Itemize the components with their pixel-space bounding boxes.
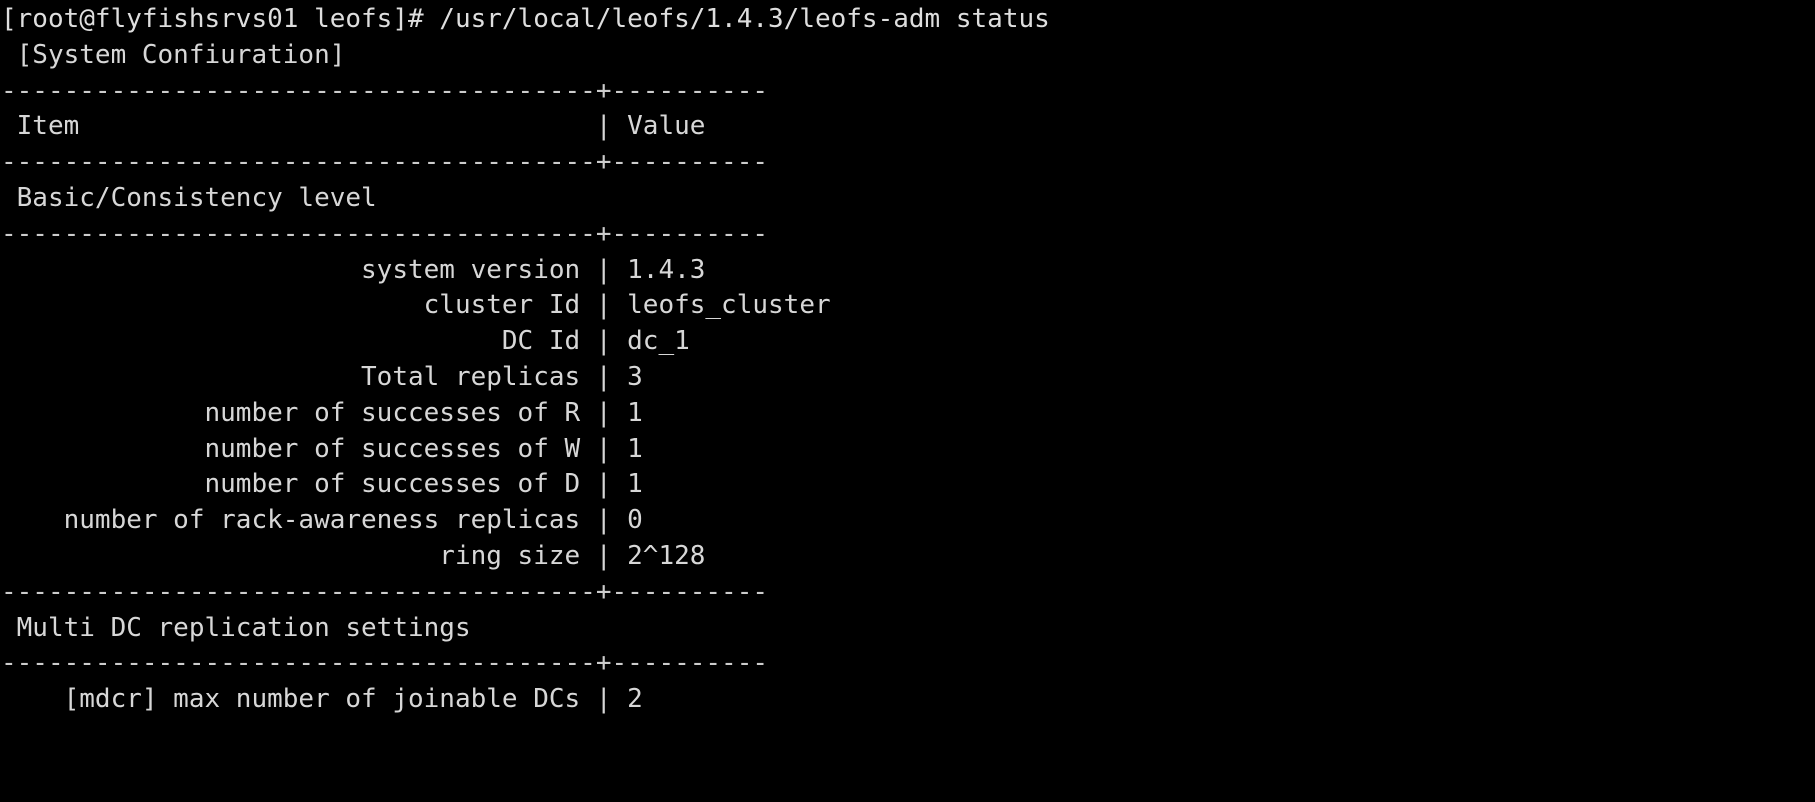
terminal-table-header: Item | Value [1,111,706,142]
terminal-row-successes-of-r: number of successes of R | 1 [1,397,643,428]
terminal-separator-group-mdcr-top: --------------------------------------+-… [1,576,769,607]
terminal-separator-group-basic: --------------------------------------+-… [1,218,769,249]
terminal-row-cluster-id: cluster Id | leofs_cluster [1,290,831,321]
terminal-row-system-version: system version | 1.4.3 [1,254,706,285]
terminal-group-label-multi-dc-replication-settings: Multi DC replication settings [1,612,471,643]
terminal-row-dc-id: DC Id | dc_1 [1,326,690,357]
terminal-row-ring-size: ring size | 2^128 [1,540,706,571]
terminal-separator-header: --------------------------------------+-… [1,147,769,178]
terminal-window[interactable]: [root@flyfishsrvs01 leofs]# /usr/local/l… [0,0,1815,802]
terminal-separator-group-mdcr: --------------------------------------+-… [1,648,769,679]
terminal-row-total-replicas: Total replicas | 3 [1,361,643,392]
terminal-row-mdcr-max-joinable-dcs: [mdcr] max number of joinable DCs | 2 [1,684,643,715]
terminal-row-successes-of-w: number of successes of W | 1 [1,433,643,464]
terminal-section-title: [System Confiuration] [1,39,346,70]
terminal-group-label-basic-consistency-level: Basic/Consistency level [1,182,377,213]
terminal-row-successes-of-d: number of successes of D | 1 [1,469,643,500]
terminal-separator-top: --------------------------------------+-… [1,75,769,106]
terminal-command-line: [root@flyfishsrvs01 leofs]# /usr/local/l… [1,4,1050,34]
terminal-row-rack-awareness-replicas: number of rack-awareness replicas | 0 [1,505,643,536]
